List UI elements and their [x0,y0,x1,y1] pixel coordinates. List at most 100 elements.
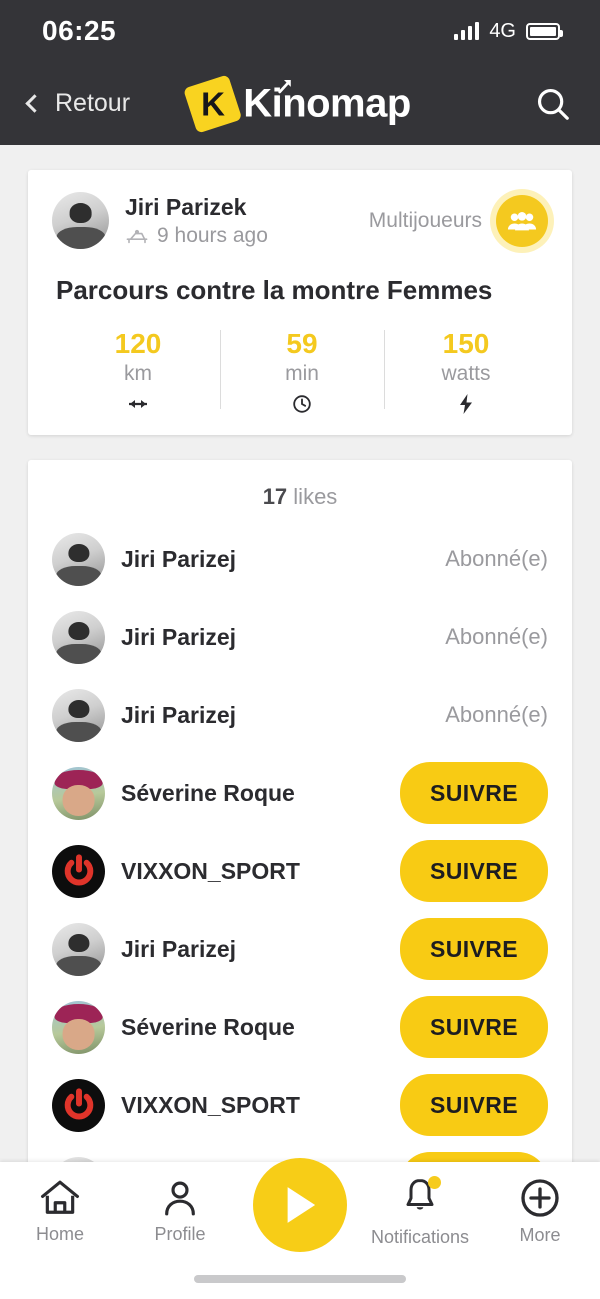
power-button-icon [64,854,93,886]
list-item-action: SUIVRE [400,762,548,825]
post-time-label: 9 hours ago [157,223,268,247]
search-icon[interactable] [534,85,572,123]
power-button-icon [64,1088,93,1120]
battery-full-icon [526,22,563,40]
navigation-bar: Retour K Kinomap [0,62,600,145]
list-item[interactable]: Jiri Parizej Abonné(e) [28,598,572,676]
post-mode-label: Multijoueurs [368,208,482,232]
home-icon [40,1180,79,1214]
tab-notifications[interactable]: Notifications [360,1175,480,1248]
play-fab-button[interactable] [253,1158,347,1252]
back-button[interactable]: Retour [25,89,131,118]
post-author-meta: Jiri Parizek 9 hours ago [125,193,268,248]
post-timestamp-row: 9 hours ago [125,224,268,248]
kinomap-logo-letter: K [200,85,225,122]
stat-distance: 120 km [56,328,220,415]
list-item-name: Séverine Roque [121,779,295,806]
stat-power: 150 watts [384,328,548,415]
list-item[interactable]: Jiri Parizej Abonné(e) [28,676,572,754]
distance-arrows-icon [129,400,147,409]
avatar[interactable] [52,766,105,820]
stat-distance-unit: km [124,362,152,386]
post-header: Jiri Parizek 9 hours ago Multijoueurs [52,192,548,249]
list-item-name: Jiri Parizej [121,701,237,728]
tab-profile-label: Profile [154,1224,206,1244]
avatar[interactable] [52,610,105,664]
avatar[interactable] [52,532,105,586]
likes-list[interactable]: Jiri Parizej Abonné(e) Jiri Parizej Abonné(… [28,520,572,1222]
group-people-glyph [507,211,537,230]
signal-bars-icon [454,22,480,40]
chevron-left-icon [25,94,44,113]
avatar[interactable] [52,922,105,976]
logo-arrow-icon [278,79,291,93]
list-item-action: Abonné(e) [445,702,548,728]
tab-home-label: Home [35,1224,84,1244]
status-clock: 06:25 [42,15,117,46]
tab-profile[interactable]: Profile [120,1179,240,1245]
follow-button[interactable]: SUIVRE [400,762,548,825]
post-title: Parcours contre la montre Femmes [56,275,493,305]
follow-button[interactable]: SUIVRE [400,996,548,1059]
post-author-avatar[interactable] [52,192,109,249]
network-type-label: 4G [489,19,516,42]
stat-duration: 59 min [220,328,384,415]
avatar[interactable] [52,1000,105,1054]
avatar[interactable] [52,844,105,898]
likes-label: likes [293,484,338,510]
stat-power-unit: watts [441,362,491,386]
post-stats: 120 km 59 min 150 watts [52,328,548,415]
list-item[interactable]: Jiri Parizej Abonné(e) [28,520,572,598]
home-indicator [194,1275,406,1283]
tab-notifications-label: Notifications [370,1226,470,1247]
stat-power-value: 150 [442,328,490,359]
likes-count: 17 [262,484,288,510]
list-item-name: Séverine Roque [121,1013,295,1040]
list-item[interactable]: Séverine Roque SUIVRE [28,988,572,1066]
indoor-trainer-icon [126,229,148,244]
follow-button[interactable]: SUIVRE [400,918,548,981]
status-bar: 06:25 4G [0,0,600,62]
kinomap-wordmark: Kinomap [243,79,411,126]
list-item-name: Jiri Parizej [121,545,237,572]
kinomap-logo: K Kinomap [183,73,411,134]
list-item-name: VIXXON_SPORT [121,857,300,884]
list-item[interactable]: Séverine Roque SUIVRE [28,754,572,832]
tab-more[interactable]: More [480,1178,600,1246]
tab-home[interactable]: Home [0,1179,120,1245]
followed-status-label: Abonné(e) [445,546,548,572]
list-item-action: Abonné(e) [445,624,548,650]
avatar[interactable] [52,688,105,742]
list-item[interactable]: Jiri Parizej SUIVRE [28,910,572,988]
multiplayer-group-icon[interactable] [496,194,548,247]
list-item-name: Jiri Parizej [121,623,237,650]
stat-duration-unit: min [285,362,319,386]
person-icon [165,1181,195,1216]
post-author-name: Jiri Parizek [125,194,247,221]
back-button-label: Retour [55,89,131,117]
likes-count-header: 17 likes [28,460,572,520]
list-item[interactable]: VIXXON_SPORT SUIVRE [28,1066,572,1144]
followed-status-label: Abonné(e) [445,624,548,650]
list-item-action: SUIVRE [400,1074,548,1137]
list-item-name: Jiri Parizej [121,935,237,962]
list-item[interactable]: VIXXON_SPORT SUIVRE [28,832,572,910]
lightning-bolt-icon [460,394,472,415]
list-item-action: SUIVRE [400,918,548,981]
list-item-action: Abonné(e) [445,546,548,572]
post-mode: Multijoueurs [368,194,548,247]
clock-icon [293,395,311,414]
list-item-action: SUIVRE [400,840,548,903]
activity-post-card[interactable]: Jiri Parizek 9 hours ago Multijoueurs Pa… [28,170,572,436]
list-item-action: SUIVRE [400,996,548,1059]
stat-duration-value: 59 [286,328,318,359]
follow-button[interactable]: SUIVRE [400,1074,548,1137]
page-scroll-area[interactable]: Jiri Parizek 9 hours ago Multijoueurs Pa… [0,145,600,1299]
status-indicators: 4G [454,19,563,43]
stat-distance-value: 120 [114,328,162,359]
tab-more-label: More [519,1225,561,1245]
notification-badge-dot [428,1175,441,1189]
list-item-name: VIXXON_SPORT [121,1091,300,1118]
avatar[interactable] [52,1078,105,1132]
follow-button[interactable]: SUIVRE [400,840,548,903]
